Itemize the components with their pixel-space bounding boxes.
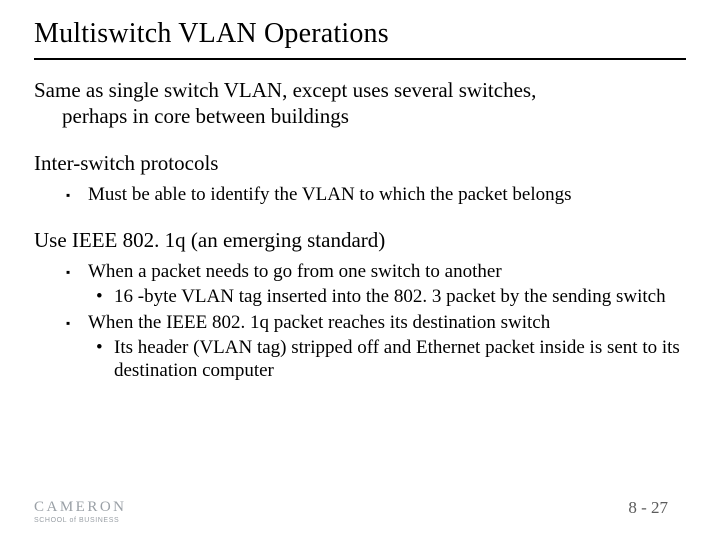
logo-main-text: CAMERON [34, 500, 127, 515]
list-item: When a packet needs to go from one switc… [88, 260, 686, 308]
title-rule [34, 58, 686, 60]
logo-sub-text: SCHOOL of BUSINESS [34, 517, 127, 524]
list-item: When the IEEE 802. 1q packet reaches its… [88, 311, 686, 383]
paragraph-interswitch: Inter-switch protocols [34, 151, 686, 177]
intro-line2: perhaps in core between buildings [34, 104, 686, 130]
paragraph-ieee: Use IEEE 802. 1q (an emerging standard) [34, 228, 686, 254]
page-number: 8 - 27 [628, 498, 668, 518]
sub-bullets: Its header (VLAN tag) stripped off and E… [88, 336, 686, 382]
footer-logo: CAMERON SCHOOL of BUSINESS [34, 500, 127, 524]
intro-line1: Same as single switch VLAN, except uses … [34, 78, 536, 102]
ieee-bullets: When a packet needs to go from one switc… [34, 260, 686, 383]
slide: Multiswitch VLAN Operations Same as sing… [0, 0, 720, 540]
interswitch-bullets: Must be able to identify the VLAN to whi… [34, 183, 686, 206]
slide-title: Multiswitch VLAN Operations [34, 18, 686, 50]
paragraph-intro: Same as single switch VLAN, except uses … [34, 78, 686, 129]
slide-body: Same as single switch VLAN, except uses … [34, 78, 686, 382]
sub-bullets: 16 -byte VLAN tag inserted into the 802.… [88, 285, 686, 308]
list-item: Its header (VLAN tag) stripped off and E… [114, 336, 686, 382]
list-item: 16 -byte VLAN tag inserted into the 802.… [114, 285, 686, 308]
list-item-text: When a packet needs to go from one switc… [88, 261, 502, 282]
list-item-text: When the IEEE 802. 1q packet reaches its… [88, 312, 550, 333]
list-item: Must be able to identify the VLAN to whi… [88, 183, 686, 206]
